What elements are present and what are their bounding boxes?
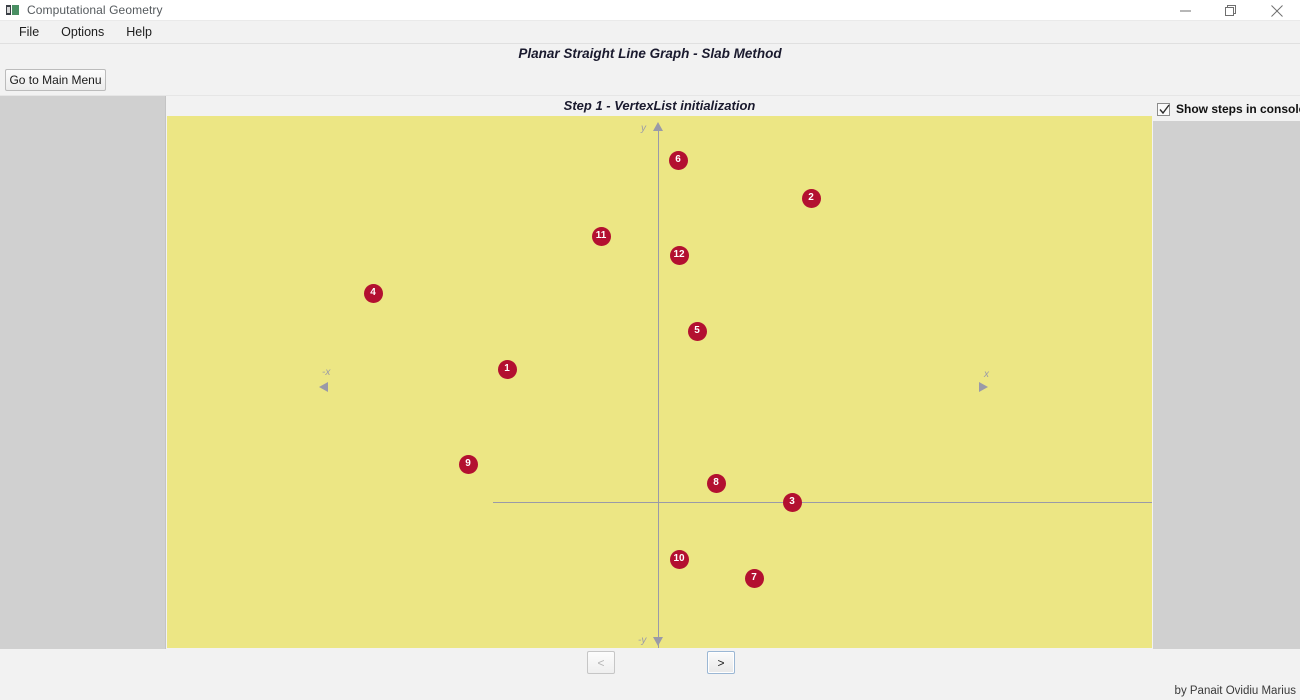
- y-negative-label: -y: [638, 635, 647, 646]
- x-negative-label: -x: [322, 367, 331, 378]
- go-to-main-menu-button[interactable]: Go to Main Menu: [5, 69, 106, 91]
- title-bar: Computational Geometry: [0, 0, 1300, 21]
- check-icon: [1159, 104, 1170, 114]
- vertex-node[interactable]: 12: [669, 245, 689, 265]
- menu-bar: File Options Help: [0, 21, 1300, 44]
- window-controls: [1162, 0, 1300, 21]
- show-steps-checkbox-row[interactable]: Show steps in console: [1157, 102, 1300, 116]
- vertex-node[interactable]: 1: [497, 359, 517, 379]
- vertex-node[interactable]: 4: [363, 283, 383, 303]
- vertex-node[interactable]: 6: [668, 150, 688, 170]
- y-positive-label: y: [641, 123, 646, 134]
- vertex-node[interactable]: 11: [591, 226, 611, 246]
- vertex-node[interactable]: 3: [782, 492, 802, 512]
- close-icon[interactable]: [1254, 0, 1300, 21]
- restore-icon[interactable]: [1208, 0, 1254, 21]
- next-step-button[interactable]: >: [707, 651, 735, 674]
- left-panel: [0, 96, 166, 649]
- vertex-node[interactable]: 2: [801, 188, 821, 208]
- menu-item-options[interactable]: Options: [50, 22, 115, 42]
- x-positive-arrow-icon: [979, 382, 988, 392]
- previous-step-button[interactable]: <: [587, 651, 615, 674]
- step-title: Step 1 - VertexList initialization: [563, 98, 756, 113]
- y-positive-arrow-icon: [653, 122, 663, 131]
- author-credit: by Panait Ovidiu Marius: [1174, 685, 1296, 697]
- application-window: Computational Geometry File Options Help…: [0, 0, 1300, 700]
- x-positive-label: x: [984, 369, 989, 380]
- x-axis: [493, 502, 1152, 503]
- vertex-node[interactable]: 9: [458, 454, 478, 474]
- x-negative-arrow-icon: [319, 382, 328, 392]
- right-panel: [1153, 121, 1300, 649]
- window-title: Computational Geometry: [27, 3, 163, 17]
- app-icon: [6, 4, 20, 17]
- minimize-icon[interactable]: [1162, 0, 1208, 21]
- y-negative-arrow-icon: [653, 637, 663, 646]
- graph-canvas[interactable]: -x x y -y 1 2 3 4 5 6 7 8 9 10 11 12: [167, 116, 1152, 648]
- vertex-node[interactable]: 8: [706, 473, 726, 493]
- show-steps-label: Show steps in console: [1176, 102, 1300, 116]
- menu-item-file[interactable]: File: [8, 22, 50, 42]
- vertex-node[interactable]: 10: [669, 549, 689, 569]
- page-title: Planar Straight Line Graph - Slab Method: [518, 46, 782, 61]
- menu-item-help[interactable]: Help: [115, 22, 163, 42]
- vertex-node[interactable]: 7: [744, 568, 764, 588]
- show-steps-checkbox[interactable]: [1157, 102, 1170, 116]
- vertex-node[interactable]: 5: [687, 321, 707, 341]
- y-axis: [658, 125, 659, 648]
